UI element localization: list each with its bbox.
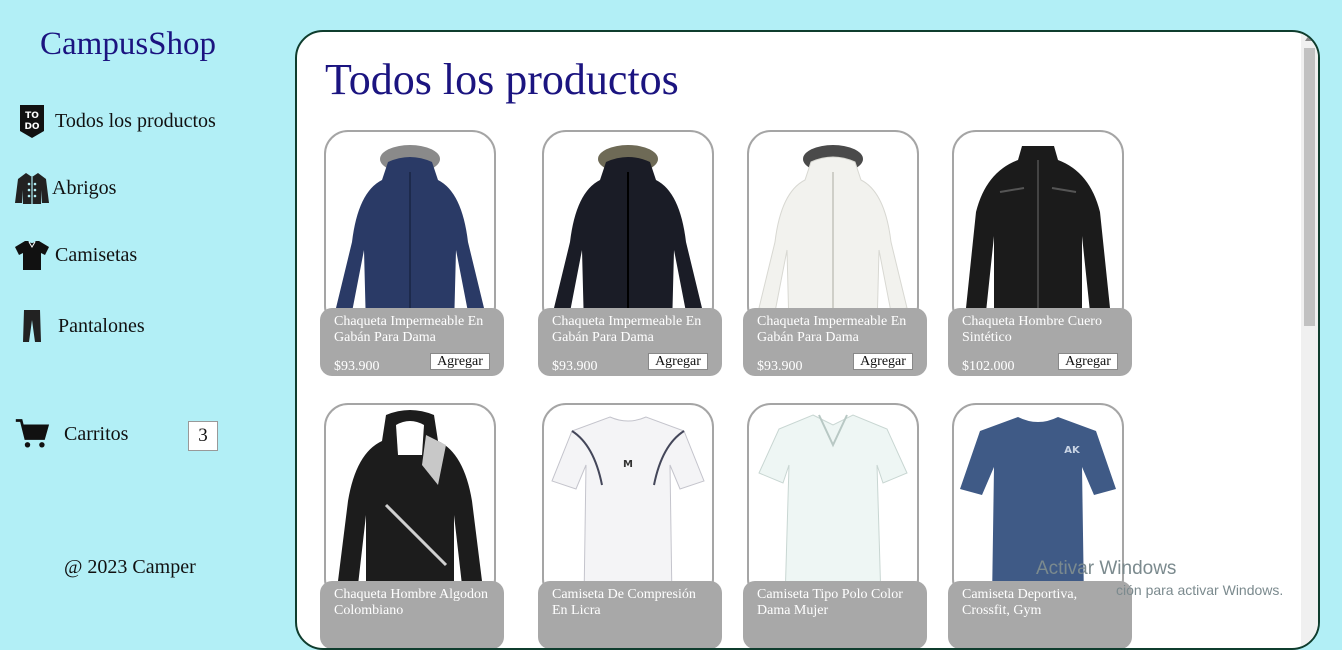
product-name: Chaqueta Impermeable En Gabán Para Dama	[552, 314, 702, 345]
product-card: Chaqueta Impermeable En Gabán Para Dama …	[320, 130, 504, 380]
page-title: Todos los productos	[325, 55, 679, 104]
product-info: Camiseta Tipo Polo Color Dama Mujer	[743, 581, 927, 648]
product-name: Chaqueta Hombre Cuero Sintético	[962, 314, 1102, 345]
product-price: $93.900	[334, 359, 380, 374]
sidebar-item-label: Todos los productos	[55, 109, 216, 132]
product-card: M Camiseta De Compresión En Licra	[538, 403, 722, 648]
sidebar-item-camisetas[interactable]: Camisetas	[14, 237, 137, 273]
add-to-cart-button[interactable]: Agregar	[1058, 353, 1118, 370]
add-to-cart-button[interactable]: Agregar	[853, 353, 913, 370]
product-price: $102.000	[962, 359, 1015, 374]
product-price: $93.900	[757, 359, 803, 374]
product-card: Camiseta Tipo Polo Color Dama Mujer	[743, 403, 927, 648]
svg-text:DO: DO	[24, 122, 39, 132]
product-info: Chaqueta Impermeable En Gabán Para Dama …	[743, 308, 927, 376]
product-name: Chaqueta Impermeable En Gabán Para Dama	[757, 314, 907, 345]
product-image	[324, 130, 496, 330]
svg-text:AK: AK	[1064, 445, 1081, 456]
product-image	[747, 403, 919, 603]
tshirt-icon	[14, 237, 50, 273]
product-info: Chaqueta Hombre Algodon Colombiano	[320, 581, 504, 648]
product-info: Camiseta De Compresión En Licra	[538, 581, 722, 648]
product-name: Camiseta Tipo Polo Color Dama Mujer	[757, 587, 903, 618]
product-image	[952, 130, 1124, 330]
sidebar-item-label: Camisetas	[55, 243, 138, 266]
add-to-cart-button[interactable]: Agregar	[430, 353, 490, 370]
product-name: Camiseta De Compresión En Licra	[552, 587, 696, 618]
cart-count: 3	[188, 421, 218, 451]
scrollbar-thumb[interactable]	[1304, 48, 1315, 326]
sidebar-item-pantalones[interactable]: Pantalones	[14, 308, 145, 344]
product-panel: Todos los productos Chaqueta Impermeable…	[295, 30, 1320, 650]
product-card: Chaqueta Impermeable En Gabán Para Dama …	[538, 130, 722, 380]
sidebar-item-label: Pantalones	[58, 314, 145, 337]
product-price: $93.900	[552, 359, 598, 374]
product-card: AK Camiseta Deportiva, Crossfit, Gym	[948, 403, 1132, 648]
product-card: Chaqueta Hombre Cuero Sintético $102.000…	[948, 130, 1132, 380]
scrollbar[interactable]	[1301, 32, 1318, 648]
product-name: Chaqueta Hombre Algodon Colombiano	[334, 587, 488, 618]
product-info: Chaqueta Impermeable En Gabán Para Dama …	[320, 308, 504, 376]
product-image	[542, 130, 714, 330]
sidebar-item-label: Abrigos	[52, 176, 117, 199]
product-name: Chaqueta Impermeable En Gabán Para Dama	[334, 314, 484, 345]
sidebar: CampusShop TO DO Todos los productos Abr…	[0, 0, 290, 614]
product-image	[324, 403, 496, 603]
sidebar-item-abrigos[interactable]: Abrigos	[14, 170, 116, 206]
add-to-cart-button[interactable]: Agregar	[648, 353, 708, 370]
brand-logo[interactable]: CampusShop	[40, 26, 216, 63]
todo-icon: TO DO	[14, 103, 50, 139]
svg-text:TO: TO	[25, 111, 39, 121]
sidebar-item-carritos[interactable]: Carritos	[14, 416, 128, 452]
cart-icon	[14, 416, 50, 452]
watermark-subtitle: ción para activar Windows.	[1116, 582, 1284, 598]
product-image	[747, 130, 919, 330]
sidebar-item-todos[interactable]: TO DO Todos los productos	[14, 103, 216, 139]
product-info: Chaqueta Impermeable En Gabán Para Dama …	[538, 308, 722, 376]
watermark-title: Activar Windows	[1036, 558, 1177, 579]
windows-activation-watermark: Activar Windows ción para activar Window…	[1036, 558, 1283, 598]
product-image: M	[542, 403, 714, 603]
product-info: Chaqueta Hombre Cuero Sintético $102.000…	[948, 308, 1132, 376]
product-card: Chaqueta Impermeable En Gabán Para Dama …	[743, 130, 927, 380]
scroll-up-arrow-icon[interactable]	[1305, 35, 1313, 41]
cart-label: Carritos	[64, 422, 129, 445]
product-card: Chaqueta Hombre Algodon Colombiano	[320, 403, 504, 648]
svg-text:M: M	[623, 459, 633, 470]
pants-icon	[14, 308, 50, 344]
footer-copyright: @ 2023 Camper	[64, 556, 196, 578]
coat-icon	[14, 170, 50, 206]
